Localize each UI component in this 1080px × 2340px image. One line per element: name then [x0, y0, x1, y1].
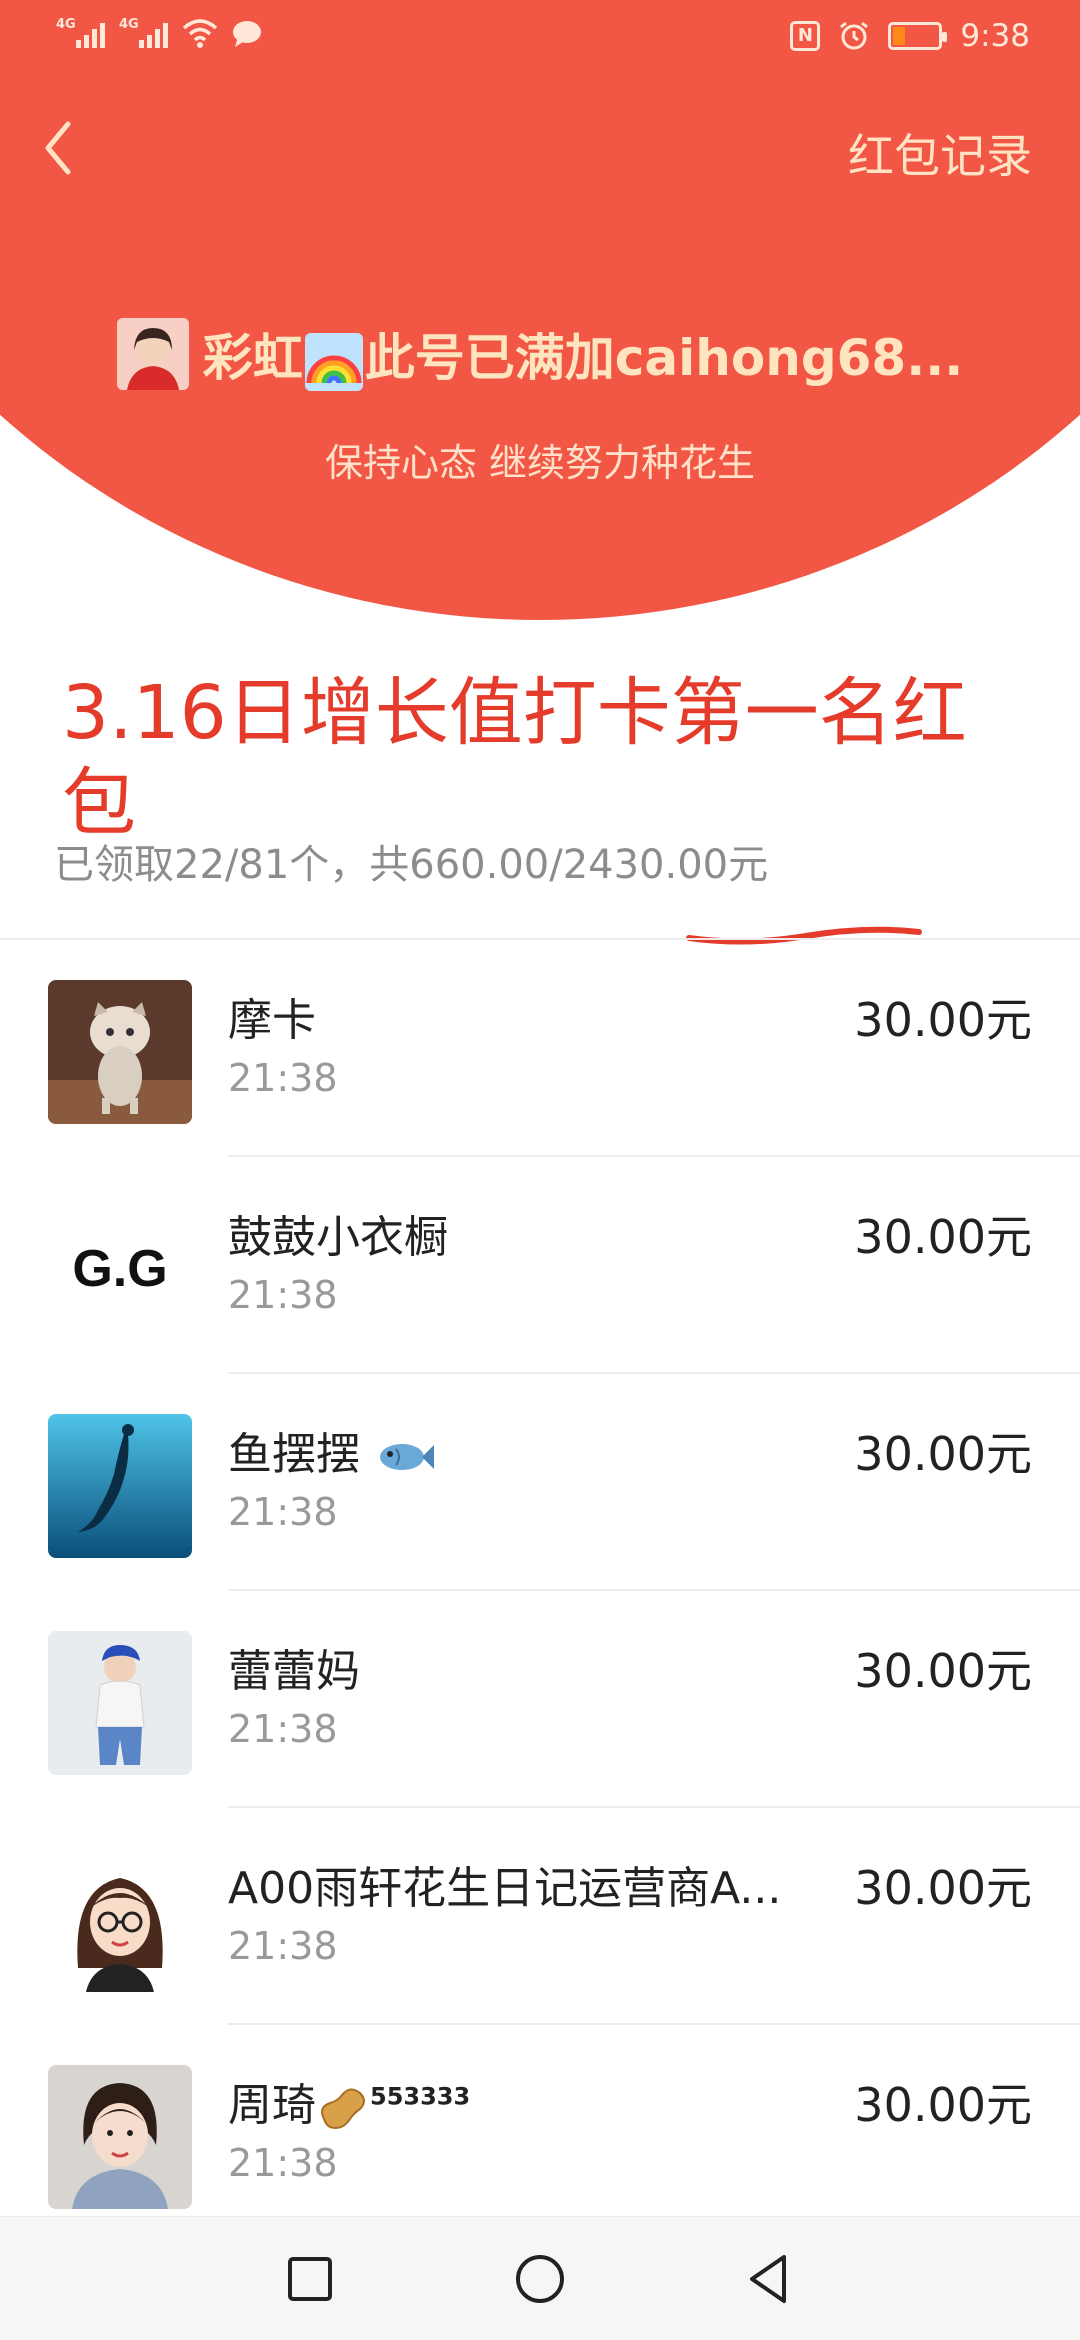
claim-amount: 30.00元 [854, 1210, 1032, 1264]
avatar: G.G [48, 1197, 192, 1341]
signal-icon-2: 4G [119, 17, 168, 48]
claim-time: 21:38 [228, 1490, 338, 1534]
avatar [48, 1631, 192, 1775]
alarm-icon [840, 21, 869, 50]
avatar [48, 980, 192, 1124]
mermaid-avatar-icon [48, 1414, 192, 1558]
peanut-icon [321, 2088, 365, 2129]
claim-time: 21:38 [228, 1707, 338, 1751]
red-packet-detail-screen: 4G 4G N 9:38 红包记录 彩虹 此号已满加caihong68... 保… [0, 0, 1080, 2340]
red-packet-title: 3.16日增长值打卡第一名红包 [62, 670, 967, 846]
status-bar: 4G 4G N 9:38 [0, 0, 1080, 74]
claimer-name: 周琦 553333 [228, 2080, 471, 2131]
greeting-message: 保持心态 继续努力种花生 [324, 441, 756, 485]
claim-amount: 30.00元 [854, 1427, 1032, 1481]
child-avatar-icon [48, 1631, 192, 1775]
claim-records-list: 摩卡 21:38 30.00元 G.G 鼓鼓小衣橱 21:38 30.00元 鱼… [0, 940, 1080, 2242]
claim-time: 21:38 [228, 1924, 338, 1968]
wifi-icon [182, 19, 218, 48]
recent-apps-icon[interactable] [280, 2249, 340, 2309]
list-item[interactable]: 蕾蕾妈 21:38 30.00元 [0, 1591, 1080, 1808]
claim-amount: 30.00元 [854, 2078, 1032, 2132]
claim-amount: 30.00元 [854, 993, 1032, 1047]
rainbow-icon [304, 332, 363, 391]
claim-amount: 30.00元 [854, 1644, 1032, 1698]
header-background [0, 0, 1080, 620]
system-navigation-bar [0, 2216, 1080, 2340]
sender-name: 彩虹 此号已满加caihong68... [203, 318, 963, 391]
claim-time: 21:38 [228, 1056, 338, 1100]
back-nav-icon[interactable] [740, 2249, 800, 2309]
list-item[interactable]: A00雨轩花生日记运营商A... 21:38 30.00元 [0, 1808, 1080, 2025]
claim-time: 21:38 [228, 2141, 338, 2185]
sender-avatar[interactable] [116, 318, 189, 391]
message-icon [233, 21, 261, 47]
gg-logo-icon: G.G [72, 1240, 168, 1298]
claimer-name: 鱼摆摆 [228, 1418, 436, 1482]
red-packet-history-link[interactable]: 红包记录 [848, 120, 1032, 186]
status-time: 9:38 [960, 18, 1030, 54]
claimer-name: A00雨轩花生日记运营商A... [228, 1863, 782, 1914]
sender-info: 彩虹 此号已满加caihong68... [0, 318, 1080, 391]
list-item[interactable]: G.G 鼓鼓小衣橱 21:38 30.00元 [0, 1157, 1080, 1374]
list-item[interactable]: 摩卡 21:38 30.00元 [0, 940, 1080, 1157]
avatar [48, 1414, 192, 1558]
battery-icon [888, 22, 948, 50]
claim-amount: 30.00元 [854, 1861, 1032, 1915]
signal-icon: 4G [56, 17, 105, 48]
claimer-name: 摩卡 [228, 995, 316, 1046]
home-icon[interactable] [510, 2249, 570, 2309]
received-summary: 已领取22/81个，共660.00/2430.00元 [54, 842, 769, 888]
cartoon-girl-avatar-icon [48, 1848, 192, 1992]
claimer-name: 蕾蕾妈 [228, 1646, 360, 1697]
claimer-name: 鼓鼓小衣橱 [228, 1212, 448, 1263]
list-item[interactable]: 鱼摆摆 21:38 30.00元 [0, 1374, 1080, 1591]
fish-icon [380, 1444, 434, 1470]
list-item[interactable]: 周琦 553333 21:38 30.00元 [0, 2025, 1080, 2242]
cat-avatar-icon [48, 980, 192, 1124]
back-arrow-icon[interactable] [36, 110, 80, 180]
avatar [48, 2065, 192, 2209]
woman-avatar-icon [48, 2065, 192, 2209]
nfc-icon: N [790, 21, 821, 51]
claim-time: 21:38 [228, 1273, 338, 1317]
avatar [48, 1848, 192, 1992]
